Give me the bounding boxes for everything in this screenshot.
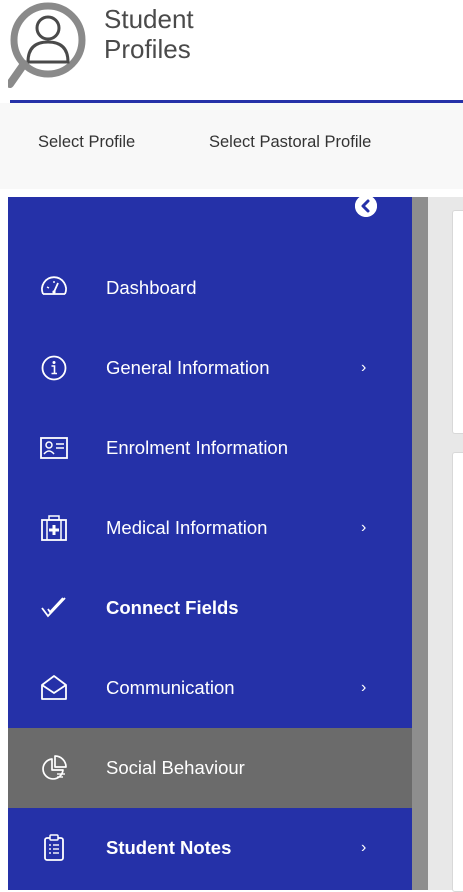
app-header: Student Profiles xyxy=(0,0,463,103)
sidebar-item-label: Student Notes xyxy=(106,837,232,858)
chevron-left-icon xyxy=(355,195,377,217)
double-check-icon xyxy=(38,592,70,624)
sidebar-collapse-button[interactable] xyxy=(355,195,377,217)
app-title: Student Profiles xyxy=(104,4,194,64)
chevron-right-icon: › xyxy=(361,839,367,856)
info-circle-icon xyxy=(38,352,70,384)
pie-chart-icon xyxy=(38,752,70,784)
chevron-right-icon: › xyxy=(361,679,367,696)
sidebar-item-label: Social Behaviour xyxy=(106,757,245,778)
user-profile-logo-icon xyxy=(8,2,86,88)
clipboard-list-icon xyxy=(38,832,70,864)
chevron-right-icon: › xyxy=(361,359,367,376)
chevron-right-icon: › xyxy=(361,519,367,536)
sidebar-item-dashboard[interactable]: Dashboard xyxy=(8,248,412,328)
sidebar-item-student-notes[interactable]: Student Notes › xyxy=(8,808,412,888)
app-title-line1: Student xyxy=(104,4,194,34)
sidebar-scrollbar[interactable] xyxy=(412,197,428,890)
sidebar-item-label: Medical Information xyxy=(106,517,268,538)
content-card xyxy=(452,210,463,434)
sidebar-item-label: Enrolment Information xyxy=(106,437,289,458)
id-card-icon xyxy=(38,432,70,464)
sidebar-item-medical-information[interactable]: Medical Information › xyxy=(8,488,412,568)
sidebar-item-communication[interactable]: Communication › xyxy=(8,648,412,728)
sidebar-item-label: Communication xyxy=(106,677,235,698)
sidebar-item-enrolment-information[interactable]: Enrolment Information xyxy=(8,408,412,488)
sidebar-item-connect-fields[interactable]: Connect Fields xyxy=(8,568,412,648)
medical-kit-icon xyxy=(38,512,70,544)
sidebar-item-general-information[interactable]: General Information › xyxy=(8,328,412,408)
sidebar-item-social-behaviour[interactable]: Social Behaviour xyxy=(8,728,412,808)
select-pastoral-profile-link[interactable]: Select Pastoral Profile xyxy=(209,133,371,152)
speedometer-icon xyxy=(38,272,70,304)
sidebar-item-label: General Information xyxy=(106,357,270,378)
envelope-open-icon xyxy=(38,672,70,704)
profile-nav-bar: Select Profile Select Pastoral Profile xyxy=(0,103,463,189)
select-profile-link[interactable]: Select Profile xyxy=(38,133,135,152)
sidebar-item-label: Dashboard xyxy=(106,277,197,298)
sidebar-item-label: Connect Fields xyxy=(106,597,239,618)
content-card xyxy=(452,452,463,892)
app-title-line2: Profiles xyxy=(104,34,191,64)
